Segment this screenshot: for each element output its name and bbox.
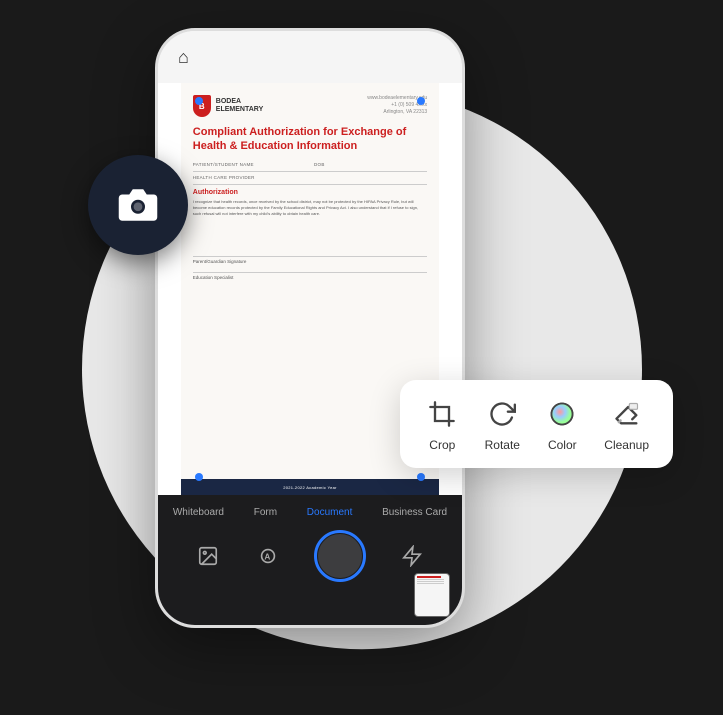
color-label: Color xyxy=(548,438,577,452)
thumb-line-1 xyxy=(417,576,441,578)
rotate-tool[interactable]: Rotate xyxy=(484,396,520,452)
footer-text: 2021-2022 Academic Year xyxy=(283,485,337,490)
gallery-button[interactable] xyxy=(194,542,222,570)
logo-shield: B xyxy=(193,95,211,117)
capture-btn-inner xyxy=(318,534,362,578)
rotate-label: Rotate xyxy=(485,438,520,452)
cleanup-label: Cleanup xyxy=(604,438,649,452)
doc-address: www.bodeaelementary.edu +1 (0) 509 4x.xx… xyxy=(367,95,427,116)
school-name: BODEA ELEMENTARY xyxy=(216,98,263,115)
auth-body-text: I recognize that health records, once re… xyxy=(193,199,427,218)
cleanup-icon xyxy=(609,396,645,432)
signature-label: Parent/Guardian Signature xyxy=(193,256,427,264)
cleanup-tool[interactable]: Cleanup xyxy=(604,396,649,452)
tab-whiteboard[interactable]: Whiteboard xyxy=(173,507,224,518)
edit-toolbar: Crop Rotate xyxy=(400,380,673,468)
tab-form[interactable]: Form xyxy=(254,507,277,518)
tab-document[interactable]: Document xyxy=(307,507,353,518)
color-icon xyxy=(544,396,580,432)
dob-label: DOB xyxy=(314,162,427,167)
crop-tool[interactable]: Crop xyxy=(424,396,460,452)
patient-label: PATIENT/STUDENT NAME xyxy=(193,162,306,167)
scene: ⌂ B BODEA ELEMENTARY www.bodeaelementary… xyxy=(0,0,723,715)
flash-button[interactable] xyxy=(398,542,426,570)
nav-actions: A xyxy=(158,526,462,586)
doc-title: Compliant Authorization for Exchange of … xyxy=(193,125,427,154)
nav-tabs: Whiteboard Form Document Business Card xyxy=(158,495,462,526)
capture-button[interactable] xyxy=(314,530,366,582)
camera-icon-circle[interactable] xyxy=(88,155,188,255)
thumb-line-2 xyxy=(417,579,444,580)
phone-frame: ⌂ B BODEA ELEMENTARY www.bodeaelementary… xyxy=(155,28,465,628)
crop-icon xyxy=(424,396,460,432)
provider-label: HEALTH CARE PROVIDER xyxy=(193,175,427,180)
auth-section-title: Authorization xyxy=(193,189,427,196)
thumbnail-preview[interactable] xyxy=(414,573,450,617)
tab-business-card[interactable]: Business Card xyxy=(382,507,447,518)
phone-bottom-nav: Whiteboard Form Document Business Card xyxy=(158,495,462,625)
camera-icon xyxy=(117,184,159,226)
phone-top-bar: ⌂ xyxy=(158,31,462,83)
doc-label-row: PATIENT/STUDENT NAME DOB xyxy=(193,162,427,167)
doc-divider-2 xyxy=(193,184,427,185)
home-icon[interactable]: ⌂ xyxy=(178,47,189,68)
doc-footer-bar: 2021-2022 Academic Year xyxy=(181,479,439,495)
doc-header: B BODEA ELEMENTARY www.bodeaelementary.e… xyxy=(193,95,427,117)
crop-label: Crop xyxy=(429,438,455,452)
text-scan-button[interactable]: A xyxy=(254,542,282,570)
specialist-label: Education Specialist xyxy=(193,272,427,280)
doc-divider-1 xyxy=(193,171,427,172)
thumb-line-3 xyxy=(417,581,444,582)
color-tool[interactable]: Color xyxy=(544,396,580,452)
thumb-content xyxy=(415,574,449,616)
thumb-line-4 xyxy=(417,583,444,584)
rotate-icon xyxy=(484,396,520,432)
doc-logo: B BODEA ELEMENTARY xyxy=(193,95,263,117)
svg-text:A: A xyxy=(264,553,270,562)
